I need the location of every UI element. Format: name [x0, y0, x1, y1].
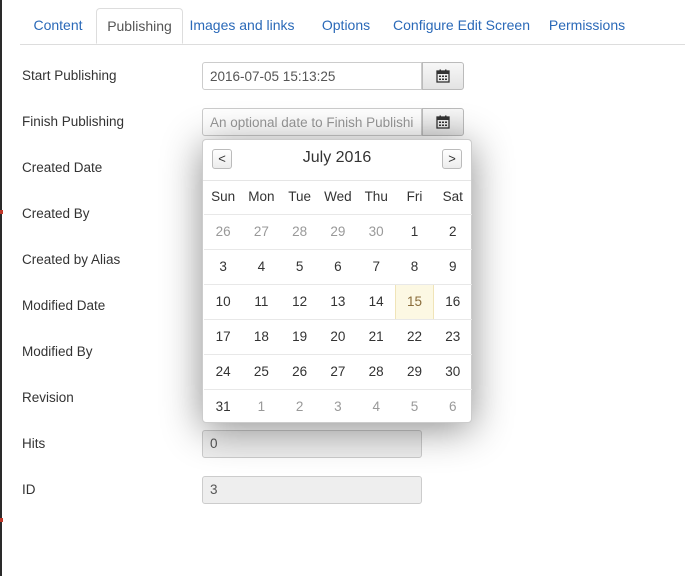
calendar-day-today[interactable]: 15: [395, 285, 434, 319]
weekday-label: Tue: [288, 189, 312, 204]
calendar-day[interactable]: 13: [319, 285, 357, 319]
calendar-day[interactable]: 11: [242, 285, 280, 319]
calendar-day-other-month[interactable]: 29: [319, 215, 357, 249]
calendar-day[interactable]: 19: [281, 320, 319, 354]
calendar-day-other-month[interactable]: 27: [242, 215, 280, 249]
calendar-day-other-month[interactable]: 30: [357, 215, 395, 249]
calendar-day[interactable]: 2: [434, 215, 472, 249]
weekday-label: Mon: [248, 189, 275, 204]
calendar-day[interactable]: 30: [434, 355, 472, 389]
window-left-edge: [0, 0, 2, 576]
tab-publishing[interactable]: Publishing: [96, 8, 183, 44]
revision-label: Revision: [22, 390, 74, 405]
calendar-icon: [436, 69, 450, 83]
calendar-day[interactable]: 22: [395, 320, 433, 354]
calendar-day[interactable]: 21: [357, 320, 395, 354]
calendar-day[interactable]: 17: [204, 320, 242, 354]
created-by-label: Created By: [22, 206, 90, 221]
calendar-day-other-month[interactable]: 4: [357, 390, 395, 425]
tab-images-and-links[interactable]: Images and links: [186, 8, 298, 43]
start-publishing-calendar-button[interactable]: [422, 62, 464, 90]
calendar-week-row: 10 11 12 13 14 15 16: [204, 285, 472, 320]
calendar-day[interactable]: 25: [242, 355, 280, 389]
calendar-day[interactable]: 3: [204, 250, 242, 284]
calendar-week-row: 31 1 2 3 4 5 6: [204, 390, 472, 425]
calendar-day[interactable]: 14: [357, 285, 395, 319]
calendar-day-other-month[interactable]: 6: [434, 390, 472, 425]
weekday-label: Thu: [364, 189, 388, 204]
calendar-day[interactable]: 10: [204, 285, 242, 319]
date-picker-popup: < July 2016 > Sun Mon Tue Wed Thu Fri Sa…: [202, 139, 472, 423]
calendar-day[interactable]: 4: [242, 250, 280, 284]
calendar-day-other-month[interactable]: 2: [281, 390, 319, 425]
calendar-day[interactable]: 1: [395, 215, 433, 249]
start-publishing-label: Start Publishing: [22, 68, 117, 83]
tab-configure-edit-screen[interactable]: Configure Edit Screen: [393, 8, 530, 43]
calendar-day[interactable]: 7: [357, 250, 395, 284]
calendar-week-row: 26 27 28 29 30 1 2: [204, 215, 472, 250]
calendar-day[interactable]: 8: [395, 250, 433, 284]
calendar-day[interactable]: 9: [434, 250, 472, 284]
finish-publishing-calendar-button[interactable]: [422, 108, 464, 136]
weekday-label: Sat: [442, 189, 463, 204]
calendar-week-row: 3456789: [204, 250, 472, 285]
edge-marker: [0, 210, 3, 214]
id-label: ID: [22, 482, 36, 497]
calendar-day-other-month[interactable]: 1: [242, 390, 280, 425]
edge-marker: [0, 518, 3, 522]
calendar-day-other-month[interactable]: 28: [281, 215, 319, 249]
calendar-icon: [436, 115, 450, 129]
calendar-day[interactable]: 5: [281, 250, 319, 284]
tab-options[interactable]: Options: [313, 8, 379, 43]
created-by-alias-label: Created by Alias: [22, 252, 121, 267]
start-publishing-input[interactable]: [202, 62, 422, 90]
calendar-day-other-month[interactable]: 26: [204, 215, 242, 249]
calendar-day-other-month[interactable]: 3: [319, 390, 357, 425]
tab-bar: Content Publishing Images and links Opti…: [20, 8, 685, 45]
calendar-day[interactable]: 18: [242, 320, 280, 354]
finish-publishing-input[interactable]: [202, 108, 422, 136]
calendar-header: < July 2016 >: [203, 140, 471, 181]
calendar-week-row: 24 25 26 27 28 29 30: [204, 355, 472, 390]
calendar-day[interactable]: 28: [357, 355, 395, 389]
calendar-day[interactable]: 27: [319, 355, 357, 389]
hits-input[interactable]: 0: [202, 430, 422, 458]
finish-publishing-label: Finish Publishing: [22, 114, 125, 129]
calendar-day[interactable]: 29: [395, 355, 433, 389]
hits-label: Hits: [22, 436, 46, 451]
created-date-label: Created Date: [22, 160, 103, 175]
calendar-grid: Sun Mon Tue Wed Thu Fri Sat 26 27 28 29 30 1 2…: [204, 180, 472, 425]
next-month-button[interactable]: >: [442, 149, 462, 169]
weekday-header-row: Sun Mon Tue Wed Thu Fri Sat: [204, 180, 472, 215]
calendar-day[interactable]: 20: [319, 320, 357, 354]
modified-date-label: Modified Date: [22, 298, 106, 313]
weekday-label: Sun: [211, 189, 236, 204]
calendar-day-other-month[interactable]: 5: [395, 390, 433, 425]
calendar-week-row: 17 18 19 20 21 22 23: [204, 320, 472, 355]
weekday-label: Wed: [324, 189, 352, 204]
weekday-label: Fri: [406, 189, 423, 204]
tab-permissions[interactable]: Permissions: [548, 8, 626, 43]
tab-content[interactable]: Content: [20, 8, 96, 43]
calendar-day[interactable]: 6: [319, 250, 357, 284]
id-input[interactable]: 3: [202, 476, 422, 504]
calendar-day[interactable]: 31: [204, 390, 242, 425]
modified-by-label: Modified By: [22, 344, 93, 359]
calendar-day[interactable]: 23: [434, 320, 472, 354]
calendar-day[interactable]: 24: [204, 355, 242, 389]
calendar-day[interactable]: 16: [434, 285, 472, 319]
calendar-day[interactable]: 26: [281, 355, 319, 389]
calendar-month-title: July 2016: [302, 149, 372, 166]
calendar-day[interactable]: 12: [281, 285, 319, 319]
